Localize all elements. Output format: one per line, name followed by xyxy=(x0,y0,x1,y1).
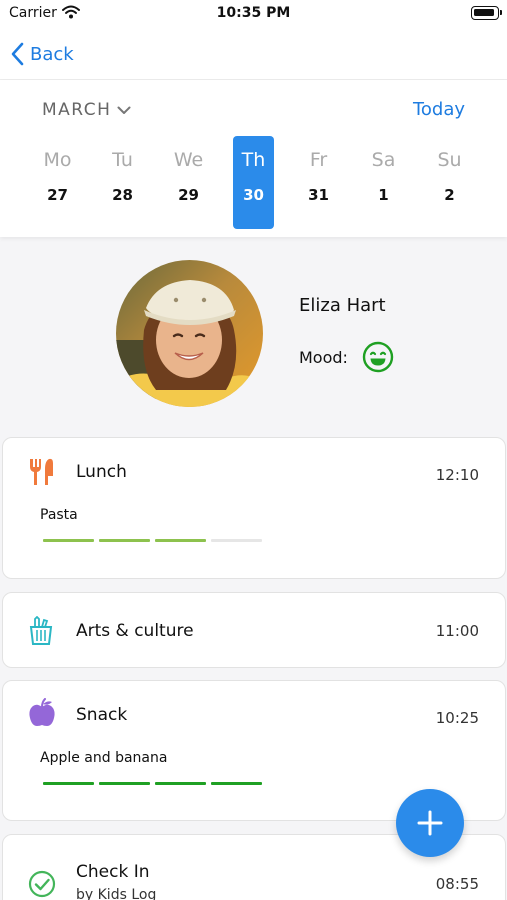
entry-title: Lunch xyxy=(76,462,127,482)
plus-icon xyxy=(417,810,443,836)
back-label: Back xyxy=(30,43,74,65)
happy-face-icon[interactable] xyxy=(362,341,394,373)
month-selector[interactable]: MARCH xyxy=(42,100,131,120)
child-name: Eliza Hart xyxy=(299,295,386,316)
entry-description: Apple and banana xyxy=(40,750,168,766)
day-wednesday[interactable]: We 29 xyxy=(168,136,209,229)
mood-label: Mood: xyxy=(299,347,348,367)
day-saturday[interactable]: Sa 1 xyxy=(363,136,404,229)
week-calendar: MARCH Today Mo 27 Tu 28 We 29 Th 30 Fr 3… xyxy=(0,80,507,237)
day-date: 1 xyxy=(378,186,389,204)
clock: 10:35 PM xyxy=(216,5,291,21)
rating-segment-filled xyxy=(99,782,150,785)
rating-segment-filled xyxy=(155,539,206,542)
rating-segment-filled xyxy=(43,539,94,542)
entry-time: 12:10 xyxy=(435,466,479,484)
today-button[interactable]: Today xyxy=(413,99,465,120)
day-name: Th xyxy=(241,149,266,171)
day-name: Su xyxy=(437,149,462,171)
day-date: 29 xyxy=(178,186,199,204)
day-date: 30 xyxy=(243,186,264,204)
battery-icon xyxy=(471,6,502,20)
rating-segment-empty xyxy=(211,539,262,542)
activity-card-lunch[interactable]: Lunch 12:10 Pasta xyxy=(2,437,506,579)
day-date: 2 xyxy=(444,186,455,204)
mood-row: Mood: xyxy=(299,341,394,373)
check-circle-icon xyxy=(28,870,56,898)
apple-icon xyxy=(29,698,55,726)
day-date: 31 xyxy=(308,186,329,204)
day-name: We xyxy=(173,149,204,171)
entry-time: 10:25 xyxy=(435,709,479,727)
day-monday[interactable]: Mo 27 xyxy=(37,136,78,229)
status-bar: Carrier 10:35 PM xyxy=(0,0,507,28)
day-date: 28 xyxy=(112,186,133,204)
child-profile: Eliza Hart Mood: xyxy=(0,237,507,433)
entry-time: 08:55 xyxy=(435,875,479,893)
entry-description: Pasta xyxy=(40,507,78,523)
rating-segment-filled xyxy=(99,539,150,542)
chevron-left-icon xyxy=(11,42,24,66)
day-thursday[interactable]: Th 30 xyxy=(233,136,274,229)
day-friday[interactable]: Fr 31 xyxy=(298,136,339,229)
day-name: Tu xyxy=(112,149,133,171)
month-label: MARCH xyxy=(42,100,112,120)
entry-title: Check In xyxy=(76,862,150,882)
entry-subtitle: by Kids Log xyxy=(76,887,157,900)
rating-segment-filled xyxy=(155,782,206,785)
rating-segment-filled xyxy=(211,782,262,785)
art-supplies-icon xyxy=(29,616,53,645)
add-entry-button[interactable] xyxy=(396,789,464,857)
day-tuesday[interactable]: Tu 28 xyxy=(102,136,143,229)
fork-knife-icon xyxy=(30,458,53,485)
day-name: Sa xyxy=(371,149,396,171)
rating-bar xyxy=(43,782,267,785)
day-name: Mo xyxy=(43,149,72,171)
entry-title: Arts & culture xyxy=(76,621,194,641)
day-name: Fr xyxy=(309,149,328,171)
rating-segment-filled xyxy=(43,782,94,785)
entry-title: Snack xyxy=(76,705,128,725)
activity-card-arts[interactable]: Arts & culture 11:00 xyxy=(2,592,506,668)
navigation-bar: Back xyxy=(0,28,507,80)
avatar[interactable] xyxy=(116,260,263,407)
day-sunday[interactable]: Su 2 xyxy=(429,136,470,229)
day-date: 27 xyxy=(47,186,68,204)
rating-bar xyxy=(43,539,267,542)
chevron-down-icon xyxy=(117,106,131,114)
entry-time: 11:00 xyxy=(435,622,479,640)
back-button[interactable]: Back xyxy=(10,39,74,69)
